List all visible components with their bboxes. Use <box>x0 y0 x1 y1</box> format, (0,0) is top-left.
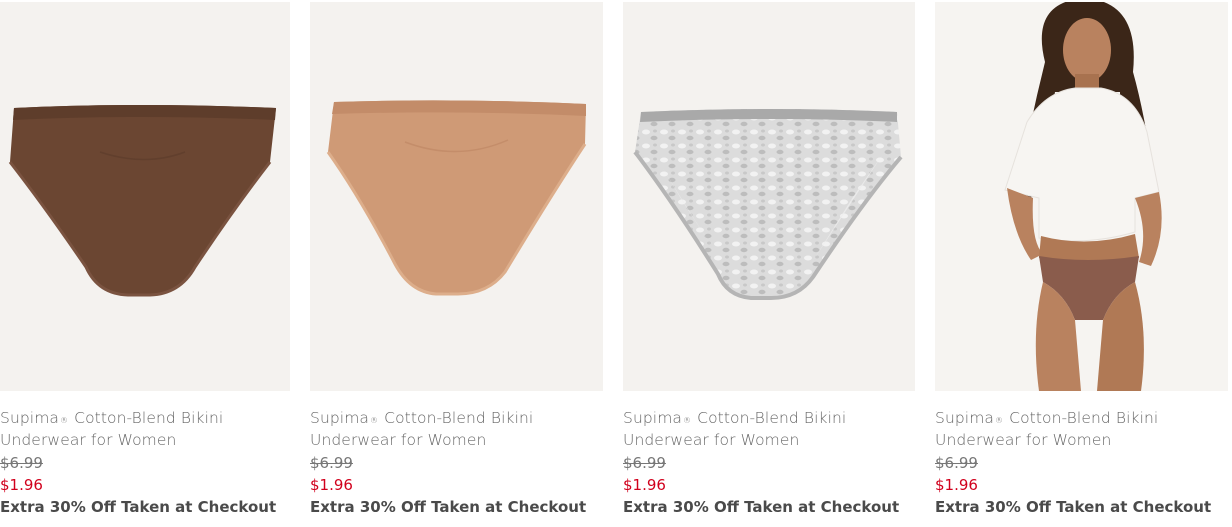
leopard-bikini-image <box>633 109 903 300</box>
original-price: $6.99 <box>0 454 43 472</box>
product-name[interactable]: Supima® Cotton-Blend Bikini Underwear for… <box>623 407 943 451</box>
promo-text: Extra 30% Off Taken at Checkout <box>310 498 587 516</box>
product-name[interactable]: Supima® Cotton-Blend Bikini Underwear for… <box>310 407 630 451</box>
product-name[interactable]: Supima® Cotton-Blend Bikini Underwear for… <box>935 407 1232 451</box>
product-image[interactable] <box>935 2 1228 391</box>
model-image <box>1004 2 1162 391</box>
original-price: $6.99 <box>935 454 978 472</box>
brown-bikini-image <box>8 105 276 297</box>
sale-price: $1.96 <box>310 476 353 494</box>
promo-text: Extra 30% Off Taken at Checkout <box>0 498 277 516</box>
promo-text: Extra 30% Off Taken at Checkout <box>623 498 900 516</box>
original-price: $6.99 <box>310 454 353 472</box>
tan-bikini-image <box>326 100 587 296</box>
product-image[interactable] <box>310 2 603 391</box>
product-image[interactable] <box>0 2 290 391</box>
sale-price: $1.96 <box>623 476 666 494</box>
original-price: $6.99 <box>623 454 666 472</box>
product-image[interactable] <box>623 2 915 391</box>
promo-text: Extra 30% Off Taken at Checkout <box>935 498 1212 516</box>
product-info: Supima® Cotton-Blend Bikini Underwear for… <box>310 407 630 518</box>
product-info: Supima® Cotton-Blend Bikini Underwear for… <box>0 407 320 518</box>
product-grid: Supima® Cotton-Blend Bikini Underwear for… <box>0 0 1232 527</box>
product-info: Supima® Cotton-Blend Bikini Underwear for… <box>623 407 943 518</box>
sale-price: $1.96 <box>935 476 978 494</box>
sale-price: $1.96 <box>0 476 43 494</box>
product-name[interactable]: Supima® Cotton-Blend Bikini Underwear for… <box>0 407 320 451</box>
product-info: Supima® Cotton-Blend Bikini Underwear for… <box>935 407 1232 518</box>
